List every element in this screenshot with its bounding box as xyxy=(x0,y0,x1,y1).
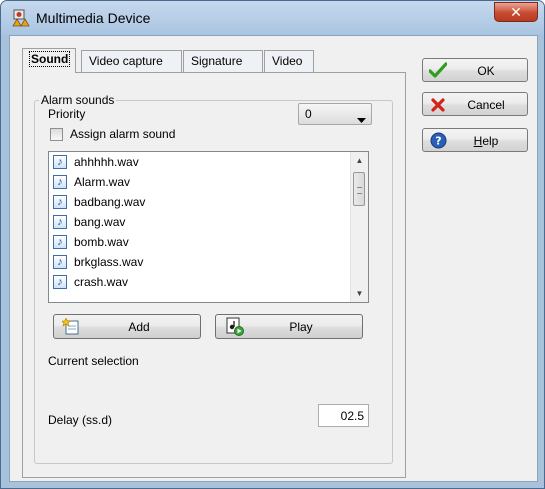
tab-sound-label: Sound xyxy=(28,51,71,67)
audio-file-icon: ♪ xyxy=(53,195,67,209)
list-item-label: crash.wav xyxy=(74,275,129,289)
window-title: Multimedia Device xyxy=(36,10,151,26)
list-item[interactable]: ♪ brkglass.wav xyxy=(51,252,349,272)
list-item-label: ahhhhh.wav xyxy=(74,155,139,169)
list-item-label: bang.wav xyxy=(74,215,126,229)
help-button-label: Help xyxy=(443,134,529,148)
delay-label: Delay (ss.d) xyxy=(48,413,113,427)
list-item[interactable]: ♪ crash.wav xyxy=(51,272,349,292)
list-item[interactable]: ♪ Alarm.wav xyxy=(51,172,349,192)
list-item[interactable]: ♪ bang.wav xyxy=(51,212,349,232)
chevron-down-icon xyxy=(357,112,366,126)
help-button[interactable]: ? Help xyxy=(422,128,528,152)
list-scrollbar[interactable]: ▲ ▼ xyxy=(350,152,368,302)
delay-input[interactable]: 02.5 xyxy=(318,404,369,427)
priority-select[interactable]: 0 xyxy=(298,103,372,125)
assign-alarm-sound-label[interactable]: Assign alarm sound xyxy=(70,127,175,141)
cancel-button-label: Cancel xyxy=(467,98,505,112)
alarm-sounds-group-label: Alarm sounds xyxy=(39,93,117,107)
current-selection-label: Current selection xyxy=(48,354,139,368)
multimedia-device-icon xyxy=(11,9,31,27)
cancel-button[interactable]: Cancel xyxy=(422,92,528,116)
delay-input-value: 02.5 xyxy=(340,409,364,423)
scroll-down-icon[interactable]: ▼ xyxy=(351,285,368,302)
ok-button-label: OK xyxy=(477,64,495,78)
list-item[interactable]: ♪ bomb.wav xyxy=(51,232,349,252)
tab-video-capture[interactable]: Video capture xyxy=(81,50,182,72)
list-item[interactable]: ♪ badbang.wav xyxy=(51,192,349,212)
tab-sound[interactable]: Sound xyxy=(22,48,76,73)
list-item-label: brkglass.wav xyxy=(74,255,144,269)
add-button[interactable]: Add xyxy=(53,314,201,339)
sound-tab-panel: Alarm sounds Priority 0 Assign alarm sou… xyxy=(22,72,406,478)
assign-alarm-sound-checkbox[interactable] xyxy=(50,128,63,141)
grip-icon xyxy=(357,187,362,194)
audio-file-icon: ♪ xyxy=(53,155,67,169)
audio-file-icon: ♪ xyxy=(53,275,67,289)
tab-signature[interactable]: Signature xyxy=(183,50,263,72)
svg-text:?: ? xyxy=(435,135,441,148)
audio-file-icon: ♪ xyxy=(53,255,67,269)
dialog-window: Multimedia Device ✕ Sound Video capture … xyxy=(0,0,545,489)
close-button[interactable]: ✕ xyxy=(494,2,538,22)
list-item-label: bomb.wav xyxy=(74,235,129,249)
title-bar[interactable]: Multimedia Device ✕ xyxy=(1,1,544,35)
scroll-up-icon[interactable]: ▲ xyxy=(351,152,368,169)
ok-button[interactable]: OK xyxy=(422,58,528,82)
list-item[interactable]: ♪ ahhhhh.wav xyxy=(51,152,349,172)
tab-video-capture-label: Video capture xyxy=(89,54,163,68)
alarm-sounds-group: Alarm sounds Priority 0 Assign alarm sou… xyxy=(34,93,393,464)
audio-file-icon: ♪ xyxy=(53,235,67,249)
tab-video[interactable]: Video xyxy=(264,50,314,72)
priority-label: Priority xyxy=(48,107,86,121)
dialog-client-area: Sound Video capture Signature Video Alar… xyxy=(9,35,538,482)
list-item-label: Alarm.wav xyxy=(74,175,131,189)
list-item-label: badbang.wav xyxy=(74,195,146,209)
close-icon: ✕ xyxy=(510,4,522,20)
play-button-label: Play xyxy=(289,320,313,334)
help-rest: elp xyxy=(482,134,499,148)
tab-signature-label: Signature xyxy=(191,54,243,68)
sound-file-list[interactable]: ♪ ahhhhh.wav ♪ Alarm.wav ♪ badbang.wav ♪… xyxy=(48,151,369,303)
audio-file-icon: ♪ xyxy=(53,215,67,229)
audio-file-icon: ♪ xyxy=(53,175,67,189)
priority-select-value: 0 xyxy=(305,107,312,121)
scrollbar-thumb[interactable] xyxy=(353,172,365,206)
tab-video-label: Video xyxy=(272,54,303,68)
play-button[interactable]: Play xyxy=(215,314,363,339)
add-button-label: Add xyxy=(128,320,150,334)
